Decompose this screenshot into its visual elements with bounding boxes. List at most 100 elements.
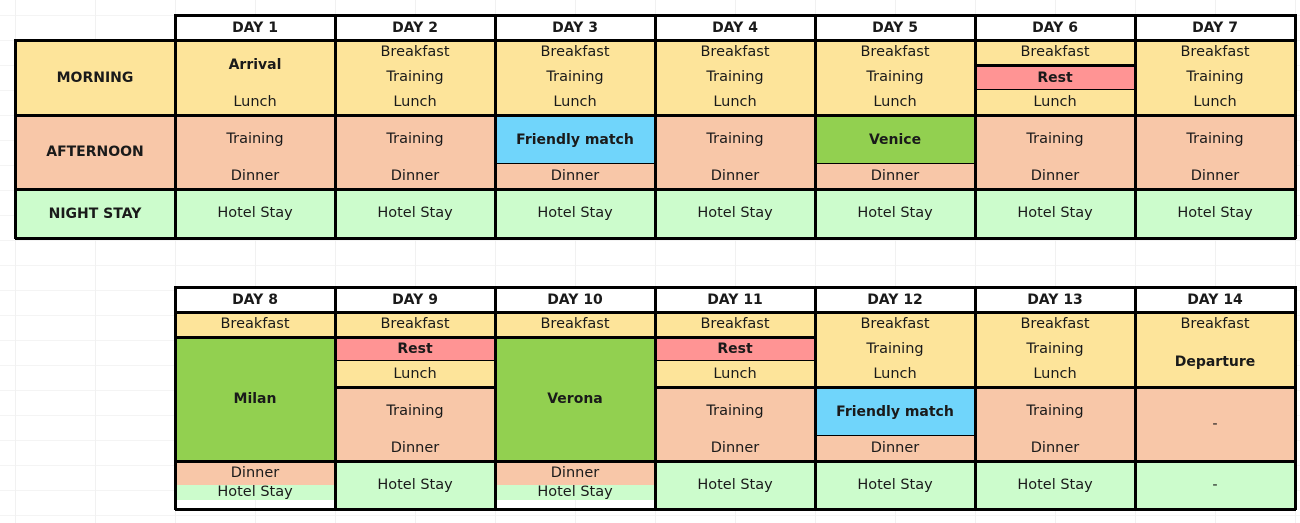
schedule-cell-training: Training xyxy=(335,115,495,164)
schedule-cell-dinner: Dinner xyxy=(335,164,495,189)
row-label-morning: MORNING xyxy=(15,40,175,115)
cell-border xyxy=(335,336,495,339)
schedule-cell-lunch: Lunch xyxy=(1135,90,1295,115)
schedule-cell-hotel-stay: Hotel Stay xyxy=(175,189,335,238)
schedule-cell-training: Training xyxy=(655,65,815,90)
schedule-cell-hotel-stay: Hotel Stay xyxy=(975,461,1135,509)
schedule-cell-hotel-stay: Hotel Stay xyxy=(495,189,655,238)
schedule-cell-lunch: Lunch xyxy=(975,90,1135,115)
schedule-cell-hotel-stay: Hotel Stay xyxy=(655,461,815,509)
cell-border xyxy=(495,336,655,339)
schedule-cell-training: Training xyxy=(495,65,655,90)
schedule-cell-dinner: Dinner xyxy=(655,436,815,461)
schedule-cell-dinner: Dinner xyxy=(495,461,655,485)
cell-border xyxy=(1294,14,1297,239)
cell-border xyxy=(1134,14,1137,239)
schedule-cell-training: Training xyxy=(975,115,1135,164)
schedule-cell-lunch: Lunch xyxy=(975,361,1135,387)
schedule-cell-friendly-match: Friendly match xyxy=(815,387,975,436)
schedule-cell-breakfast: Breakfast xyxy=(495,40,655,65)
schedule-cell-training: Training xyxy=(335,65,495,90)
cell-border xyxy=(175,336,335,339)
schedule-cell-dinner: Dinner xyxy=(815,164,975,189)
schedule-cell-training: Training xyxy=(1135,65,1295,90)
schedule-cell-lunch: Lunch xyxy=(815,90,975,115)
cell-border xyxy=(814,14,817,239)
row-label-afternoon: AFTERNOON xyxy=(15,115,175,189)
schedule-cell-breakfast: Breakfast xyxy=(175,312,335,337)
cell-border xyxy=(494,14,497,239)
schedule-cell-lunch: Lunch xyxy=(655,90,815,115)
schedule-cell-training: Training xyxy=(975,387,1135,436)
day-header: DAY 13 xyxy=(975,287,1135,312)
row-label-night: NIGHT STAY xyxy=(15,189,175,238)
schedule-cell-dinner: Dinner xyxy=(495,164,655,189)
cell-border xyxy=(974,14,977,239)
schedule-cell-breakfast: Breakfast xyxy=(1135,312,1295,337)
schedule-cell-breakfast: Breakfast xyxy=(975,40,1135,65)
schedule-cell-dinner: Dinner xyxy=(975,436,1135,461)
day-header: DAY 3 xyxy=(495,15,655,40)
schedule-cell-hotel-stay: Hotel Stay xyxy=(495,485,655,500)
schedule-cell-breakfast: Breakfast xyxy=(815,40,975,65)
schedule-cell-breakfast: Breakfast xyxy=(495,312,655,337)
cell-border xyxy=(494,286,497,510)
schedule-cell-training: Training xyxy=(815,337,975,361)
day-header: DAY 10 xyxy=(495,287,655,312)
schedule-cell-venice: Venice xyxy=(815,115,975,164)
schedule-cell-breakfast: Breakfast xyxy=(1135,40,1295,65)
day-header: DAY 11 xyxy=(655,287,815,312)
schedule-cell-training: Training xyxy=(815,65,975,90)
schedule-cell-lunch: Lunch xyxy=(175,90,335,115)
schedule-cell-hotel-stay: Hotel Stay xyxy=(335,461,495,509)
schedule-cell-hotel-stay: Hotel Stay xyxy=(1135,189,1295,238)
schedule-cell-hotel-stay: Hotel Stay xyxy=(175,485,335,500)
schedule-cell-dinner: Dinner xyxy=(975,164,1135,189)
schedule-cell-breakfast: Breakfast xyxy=(335,40,495,65)
cell-border xyxy=(175,14,1296,17)
schedule-cell-training: Training xyxy=(655,387,815,436)
schedule-cell-dinner: Dinner xyxy=(335,436,495,461)
schedule-cell-arrival: Arrival xyxy=(175,40,335,90)
schedule-cell-dinner: Dinner xyxy=(1135,164,1295,189)
cell-border xyxy=(1135,386,1295,389)
schedule-cell-lunch: Lunch xyxy=(335,361,495,387)
cell-border xyxy=(175,286,1296,289)
schedule-cell-breakfast: Breakfast xyxy=(335,312,495,337)
schedule-cell-breakfast: Breakfast xyxy=(655,312,815,337)
schedule-cell-breakfast: Breakfast xyxy=(655,40,815,65)
cell-border xyxy=(14,39,17,239)
schedule-cell-verona: Verona xyxy=(495,337,655,461)
cell-border xyxy=(175,311,1296,314)
schedule-cell-breakfast: Breakfast xyxy=(975,312,1135,337)
schedule-cell-empty: - xyxy=(1135,387,1295,461)
cell-border xyxy=(1294,286,1297,510)
schedule-cell-hotel-stay: Hotel Stay xyxy=(975,189,1135,238)
schedule-cell-training: Training xyxy=(175,115,335,164)
cell-border xyxy=(334,14,337,239)
schedule-cell-hotel-stay: Hotel Stay xyxy=(335,189,495,238)
day-header: DAY 4 xyxy=(655,15,815,40)
day-header: DAY 2 xyxy=(335,15,495,40)
schedule-cell-lunch: Lunch xyxy=(335,90,495,115)
cell-border xyxy=(174,286,177,510)
schedule-cell-dinner: Dinner xyxy=(175,461,335,485)
cell-border xyxy=(655,336,815,339)
schedule-cell-hotel-stay: Hotel Stay xyxy=(815,461,975,509)
day-header: DAY 5 xyxy=(815,15,975,40)
schedule-cell-lunch: Lunch xyxy=(815,361,975,387)
schedule-cell-dinner: Dinner xyxy=(815,436,975,461)
day-header: DAY 14 xyxy=(1135,287,1295,312)
schedule-cell-hotel-stay: Hotel Stay xyxy=(815,189,975,238)
schedule-cell-friendly-match: Friendly match xyxy=(495,115,655,164)
day-header: DAY 9 xyxy=(335,287,495,312)
day-header: DAY 1 xyxy=(175,15,335,40)
schedule-cell-rest: Rest xyxy=(975,65,1135,90)
cell-border xyxy=(654,14,657,239)
day-header: DAY 8 xyxy=(175,287,335,312)
cell-border xyxy=(335,386,495,389)
schedule-cell-dinner: Dinner xyxy=(175,164,335,189)
schedule-cell-training: Training xyxy=(975,337,1135,361)
cell-border xyxy=(654,286,657,510)
schedule-cell-milan: Milan xyxy=(175,337,335,461)
